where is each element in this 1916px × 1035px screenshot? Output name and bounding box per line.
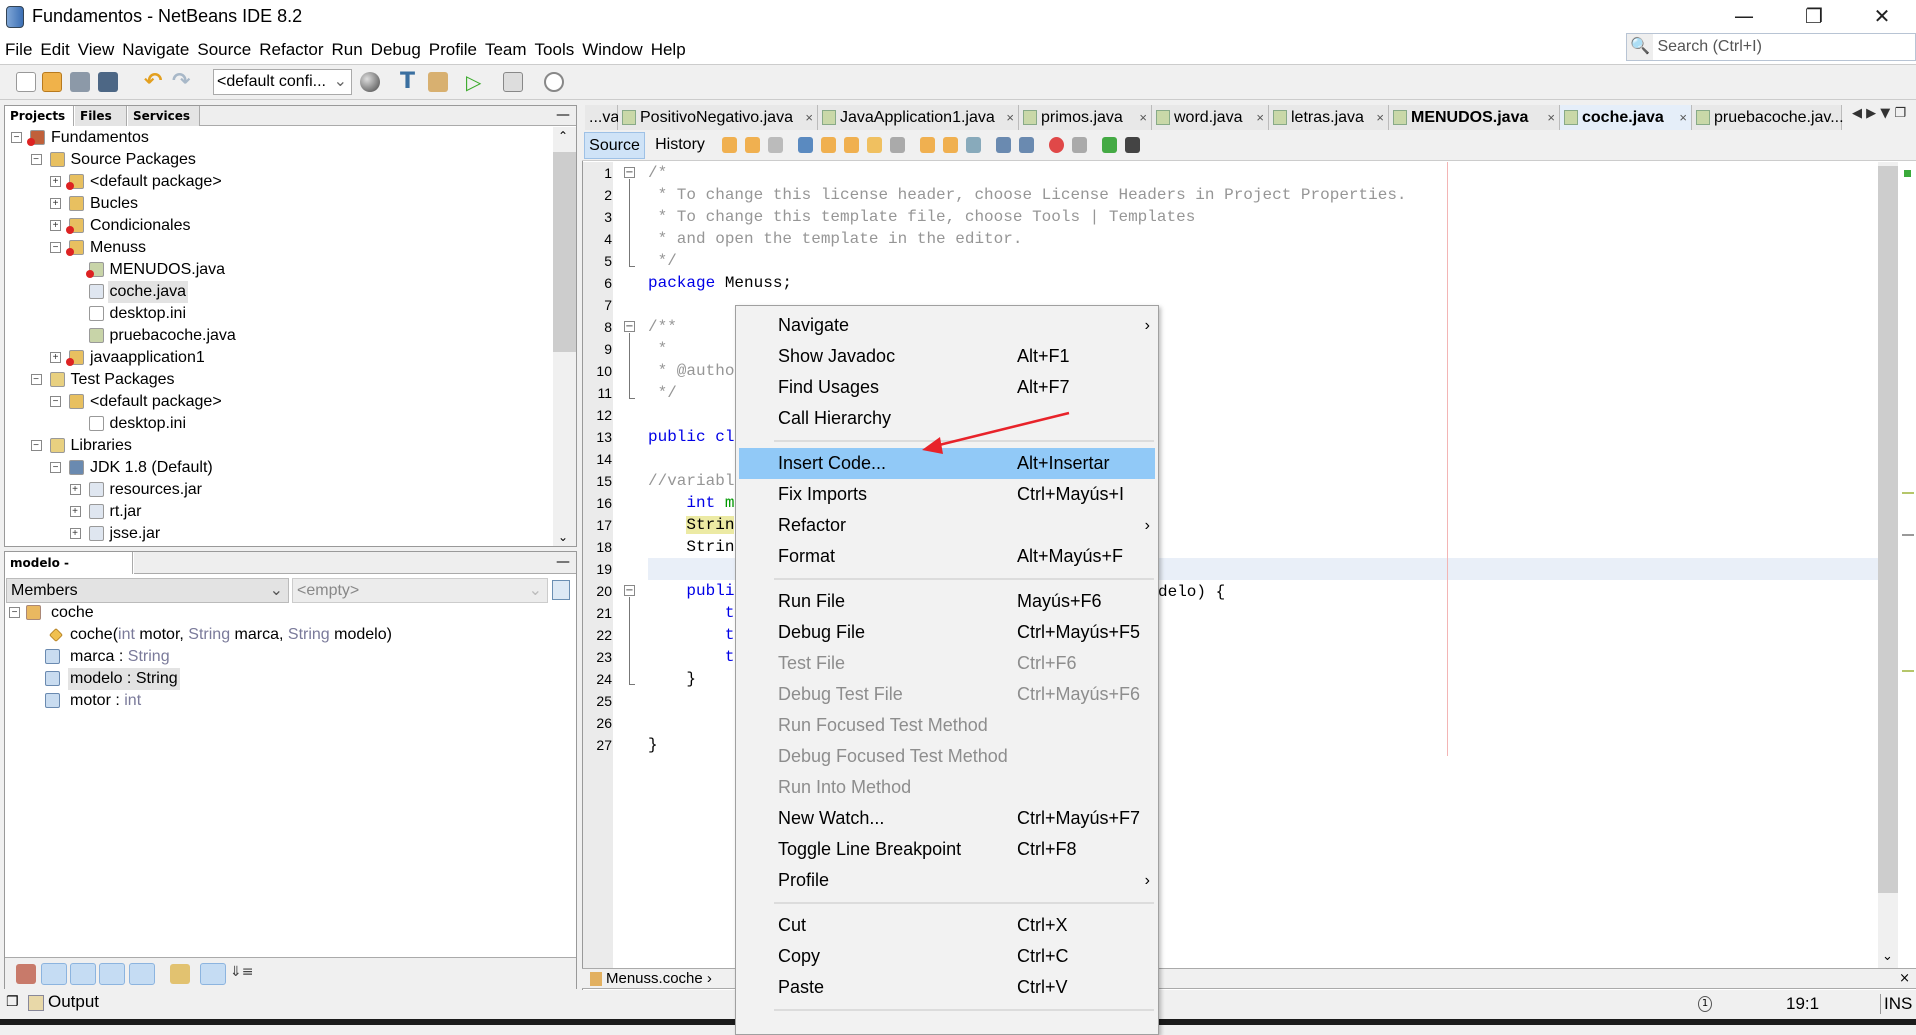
- annotation-arrow: [922, 411, 1070, 454]
- arrow-head: [922, 437, 943, 454]
- arrow-line: [934, 411, 1070, 448]
